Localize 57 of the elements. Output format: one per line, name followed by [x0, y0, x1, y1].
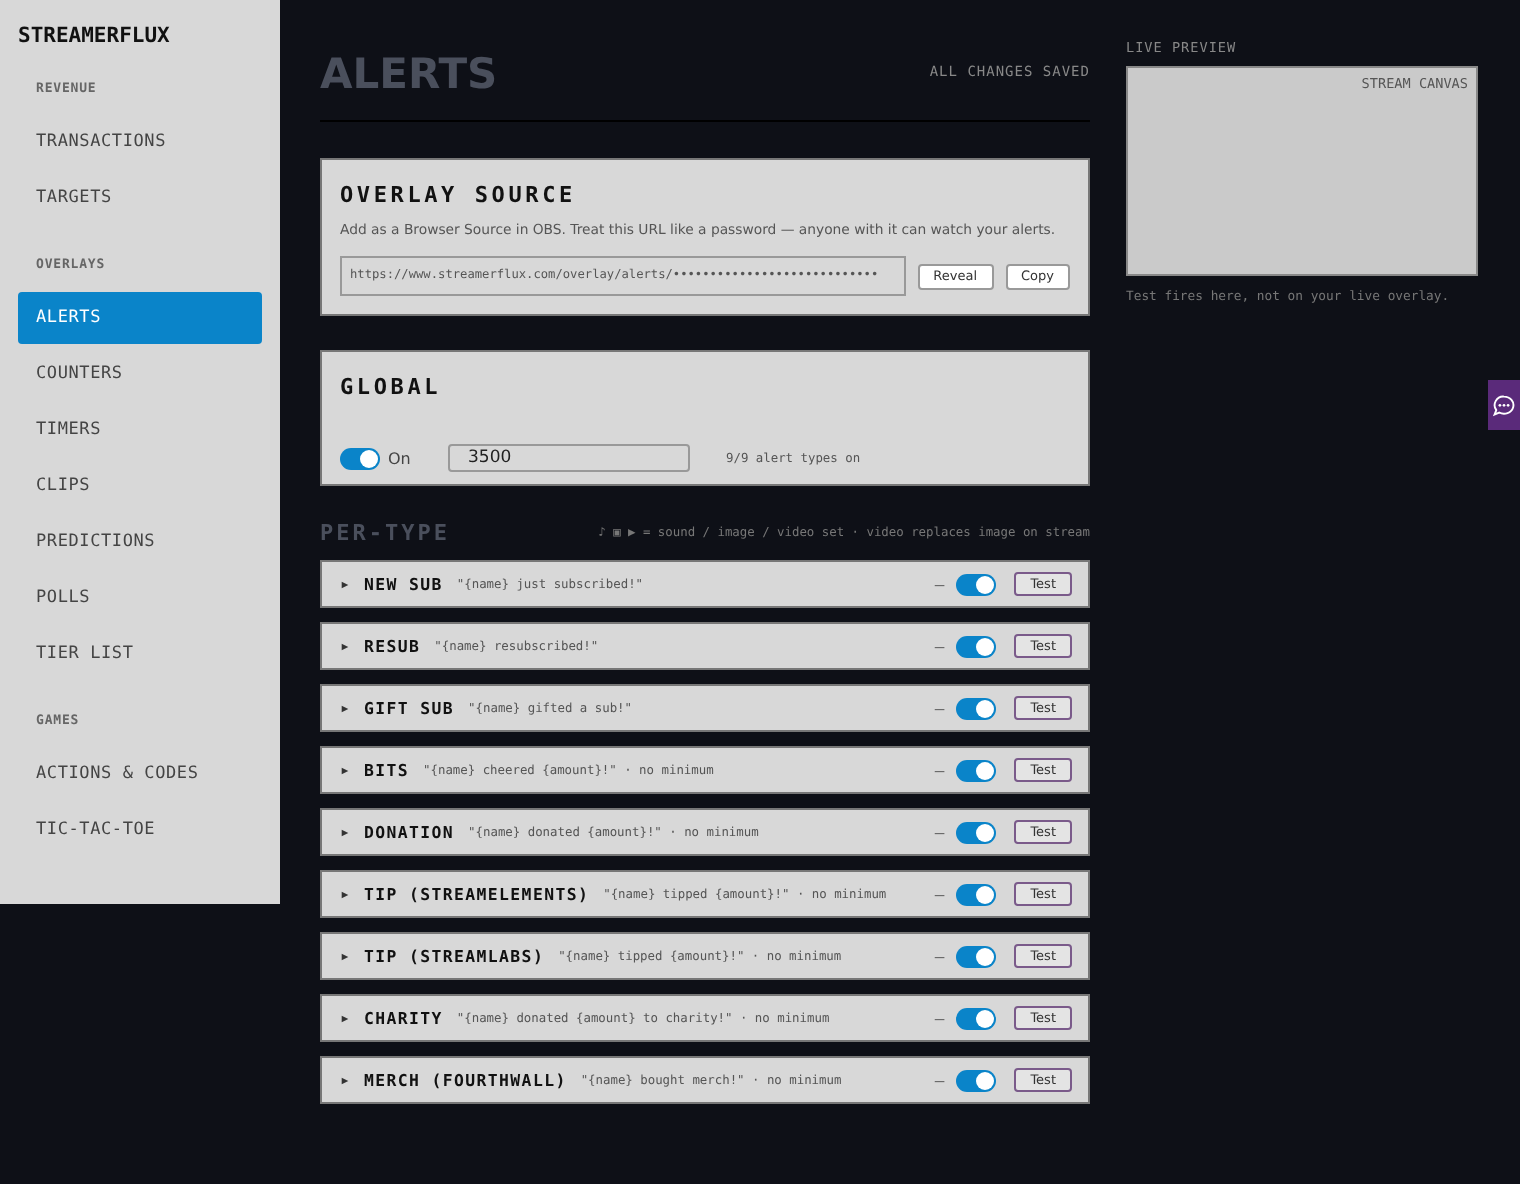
alert-name: DONATION — [364, 822, 455, 842]
caret-icon[interactable] — [340, 1075, 350, 1085]
toggle-switch[interactable] — [956, 1007, 997, 1029]
section-title: PER-TYPE — [320, 520, 450, 546]
chat-icon — [1492, 393, 1516, 417]
caret-icon[interactable] — [340, 951, 350, 961]
chat-button[interactable] — [1488, 380, 1520, 430]
caret-icon[interactable] — [340, 1013, 350, 1023]
toggle-switch[interactable] — [956, 697, 997, 719]
caret-icon[interactable] — [340, 827, 350, 837]
toggle-switch[interactable] — [956, 573, 997, 595]
media-status: – — [934, 1071, 945, 1089]
alert-name: GIFT SUB — [364, 698, 455, 718]
duration-field[interactable]: 3500 — [448, 444, 690, 472]
caret-icon[interactable] — [340, 889, 350, 899]
toggle-label: On — [388, 449, 413, 467]
alert-name: TIP (STREAMLABS) — [364, 946, 545, 966]
caret-icon[interactable] — [340, 703, 350, 713]
sidebar-item[interactable]: ALERTS — [18, 292, 262, 344]
alert-name: BITS — [364, 760, 410, 780]
toggle-switch[interactable] — [956, 883, 997, 905]
caret-icon[interactable] — [340, 765, 350, 775]
media-status: – — [934, 1009, 945, 1027]
sidebar-item[interactable]: PREDICTIONS — [18, 516, 262, 568]
caret-icon[interactable] — [340, 579, 350, 589]
media-status: – — [934, 761, 945, 779]
toggle-switch[interactable] — [956, 635, 997, 657]
sidebar-item[interactable]: COUNTERS — [18, 348, 262, 400]
toggle-switch[interactable] — [956, 821, 997, 843]
sidebar-item[interactable]: TARGETS — [18, 172, 262, 224]
media-status: – — [934, 637, 945, 655]
alert-name: NEW SUB — [364, 574, 443, 594]
brand-logo: STREAMERFLUX — [18, 24, 172, 48]
sidebar-item[interactable]: TIC-TAC-TOE — [18, 804, 262, 856]
toggle-switch[interactable] — [340, 447, 380, 469]
media-status: – — [934, 885, 945, 903]
media-status: – — [934, 947, 945, 965]
alert-name: CHARITY — [364, 1008, 443, 1028]
media-status: – — [934, 823, 945, 841]
alert-name: MERCH (FOURTHWALL) — [364, 1070, 567, 1090]
card-title: OVERLAY SOURCE — [340, 182, 578, 208]
toggle-switch[interactable] — [956, 945, 997, 967]
alert-name: RESUB — [364, 636, 421, 656]
sidebar-item[interactable]: POLLS — [18, 572, 262, 624]
toggle-switch[interactable] — [956, 759, 997, 781]
sidebar-item[interactable]: TIER LIST — [18, 628, 262, 680]
sidebar-item[interactable]: CLIPS — [18, 460, 262, 512]
media-status: – — [934, 575, 945, 593]
media-status: – — [934, 699, 945, 717]
card-title: GLOBAL — [340, 374, 444, 400]
alert-name: TIP (STREAMELEMENTS) — [364, 884, 590, 904]
sidebar-item[interactable]: TRANSACTIONS — [18, 116, 262, 168]
caret-icon[interactable] — [340, 641, 350, 651]
toggle-switch[interactable] — [956, 1069, 997, 1091]
sidebar-item[interactable]: TIMERS — [18, 404, 262, 456]
sidebar-item[interactable]: ACTIONS & CODES — [18, 748, 262, 800]
page-title: ALERTS — [320, 48, 498, 100]
